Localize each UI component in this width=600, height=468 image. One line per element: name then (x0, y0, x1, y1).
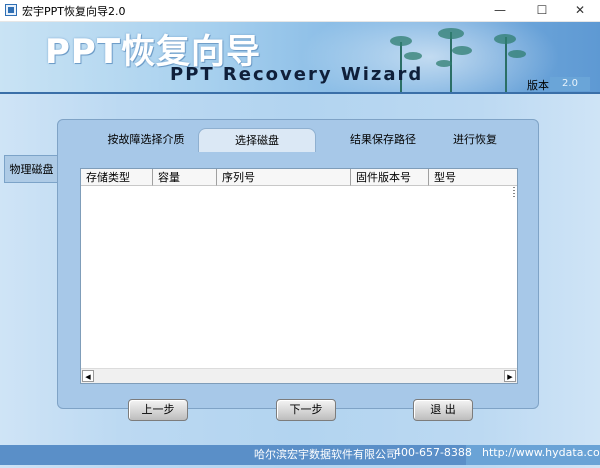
column-header-model[interactable]: 型号 (429, 169, 517, 186)
footer-company: 哈尔滨宏宇数据软件有限公司 (254, 448, 397, 461)
title-bar[interactable]: 宏宇PPT恢复向导2.0 — ☐ ✕ (0, 0, 600, 22)
plant-leaf (508, 50, 526, 58)
column-header-storage-type[interactable]: 存储类型 (81, 169, 153, 186)
plant-leaf (438, 28, 464, 39)
plant-leaf (452, 46, 472, 55)
scroll-left-icon[interactable]: ◀ (82, 370, 94, 382)
tab-select-disk[interactable]: 选择磁盘 (198, 128, 316, 152)
footer-url-link[interactable]: http://www.hydata.com (482, 446, 600, 459)
prev-button[interactable]: 上一步 (128, 399, 188, 421)
plant-leaf (436, 60, 452, 67)
scroll-right-icon[interactable]: ▶ (504, 370, 516, 382)
exit-button[interactable]: 退 出 (413, 399, 473, 421)
app-icon (5, 4, 17, 16)
horizontal-scrollbar[interactable]: ◀ ▶ (81, 368, 517, 383)
tab-save-path[interactable]: 结果保存路径 (328, 128, 438, 152)
wizard-panel: 按故障选择介质 选择磁盘 结果保存路径 进行恢复 存储类型 容量 序列号 固件版… (57, 119, 539, 409)
maximize-button[interactable]: ☐ (522, 0, 562, 21)
next-button[interactable]: 下一步 (276, 399, 336, 421)
plant-stem (505, 37, 507, 92)
column-header-serial[interactable]: 序列号 (217, 169, 351, 186)
tab-recover[interactable]: 进行恢复 (440, 128, 510, 152)
tab-select-media[interactable]: 按故障选择介质 (96, 128, 196, 152)
plant-leaf (390, 36, 412, 46)
banner-subtitle: PPT Recovery Wizard (170, 64, 424, 85)
plant-leaf (494, 34, 516, 44)
disk-list[interactable]: 存储类型 容量 序列号 固件版本号 型号 ◀ ▶ (80, 168, 518, 384)
version-label: 版本 (527, 79, 549, 92)
plant-leaf (404, 52, 422, 60)
window-title: 宏宇PPT恢复向导2.0 (22, 5, 126, 18)
scrollbar-grip (513, 187, 515, 199)
column-header-capacity[interactable]: 容量 (153, 169, 217, 186)
banner: PPT恢复向导 PPT Recovery Wizard 版本 2.0 (0, 22, 600, 92)
close-button[interactable]: ✕ (560, 0, 600, 21)
minimize-button[interactable]: — (480, 0, 520, 21)
column-header-firmware[interactable]: 固件版本号 (351, 169, 429, 186)
sidebar-item-physical-disk[interactable]: 物理磁盘 (4, 155, 58, 183)
footer-phone: 400-657-8388 (394, 446, 472, 459)
main-area: 物理磁盘 按故障选择介质 选择磁盘 结果保存路径 进行恢复 存储类型 容量 序列… (0, 94, 600, 468)
version-badge: 2.0 (550, 77, 590, 91)
